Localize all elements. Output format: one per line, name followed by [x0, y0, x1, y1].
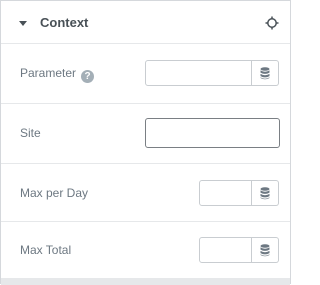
- field-row-site: Site: [1, 104, 290, 164]
- caret-down-icon[interactable]: [19, 21, 27, 26]
- parameter-label: Parameter: [20, 66, 77, 80]
- crosshair-icon[interactable]: [265, 16, 279, 30]
- site-label: Site: [20, 126, 41, 140]
- max-per-day-input[interactable]: [199, 180, 252, 206]
- dynamic-tags-button[interactable]: [252, 60, 279, 86]
- section-title: Context: [40, 15, 89, 30]
- database-icon: [260, 244, 270, 257]
- field-row-parameter: Parameter?: [1, 44, 290, 104]
- max-total-input[interactable]: [199, 237, 252, 263]
- parameter-input[interactable]: [145, 60, 252, 86]
- field-row-max-total: Max Total: [1, 222, 290, 278]
- dynamic-tags-button[interactable]: [252, 237, 279, 263]
- section-header[interactable]: Context: [1, 1, 290, 44]
- context-panel: Context Parameter? Site Max per Day Max …: [0, 0, 291, 285]
- max-per-day-label: Max per Day: [20, 186, 89, 200]
- dynamic-tags-button[interactable]: [252, 180, 279, 206]
- site-input[interactable]: [145, 118, 280, 148]
- help-icon[interactable]: ?: [81, 70, 95, 83]
- database-icon: [260, 67, 270, 80]
- field-label: Parameter?: [20, 66, 95, 83]
- field-row-max-per-day: Max per Day: [1, 164, 290, 222]
- database-icon: [260, 187, 270, 200]
- max-total-label: Max Total: [20, 243, 72, 257]
